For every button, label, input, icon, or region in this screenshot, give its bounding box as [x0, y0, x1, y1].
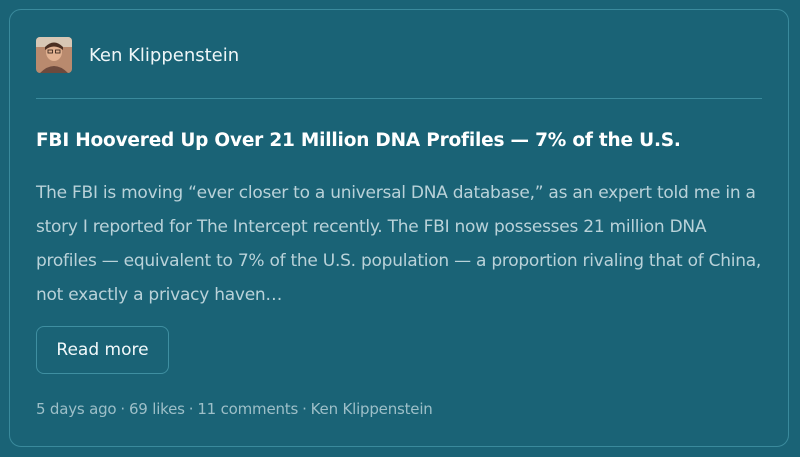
read-more-button[interactable]: Read more [36, 326, 169, 374]
avatar-image [36, 37, 72, 73]
post-card: Ken Klippenstein FBI Hoovered Up Over 21… [9, 9, 789, 447]
author-name[interactable]: Ken Klippenstein [89, 45, 239, 66]
divider [36, 98, 762, 99]
post-age: 5 days ago [36, 400, 117, 418]
likes-count[interactable]: 69 likes [129, 400, 185, 418]
post-title[interactable]: FBI Hoovered Up Over 21 Million DNA Prof… [36, 130, 776, 151]
avatar[interactable] [36, 37, 72, 73]
meta-separator: · [120, 400, 125, 418]
meta-author[interactable]: Ken Klippenstein [311, 400, 433, 418]
post-excerpt: The FBI is moving “ever closer to a univ… [36, 183, 762, 305]
post-meta: 5 days ago · 69 likes · 11 comments · Ken Klip… [36, 400, 433, 418]
meta-separator: · [302, 400, 307, 418]
comments-count[interactable]: 11 comments [197, 400, 298, 418]
author-row[interactable]: Ken Klippenstein [36, 37, 239, 73]
meta-separator: · [188, 400, 194, 418]
